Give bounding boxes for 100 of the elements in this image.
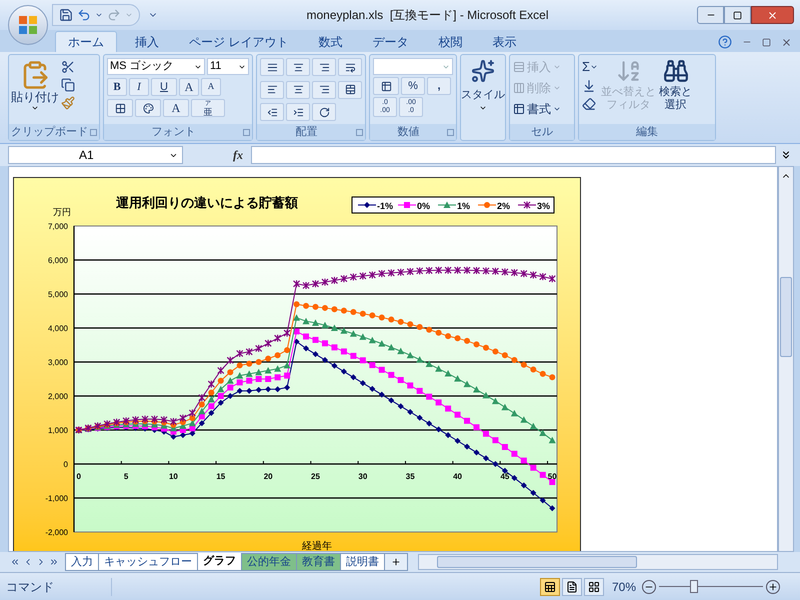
expand-icon[interactable] <box>780 149 792 161</box>
first-sheet-icon[interactable] <box>10 557 20 567</box>
styles-button[interactable]: スタイル <box>461 55 505 112</box>
sheet-tab[interactable]: 教育書 <box>296 553 341 571</box>
point <box>227 384 234 390</box>
point <box>407 382 414 388</box>
font-name-field[interactable]: MS ゴシック <box>107 58 205 75</box>
align-button[interactable] <box>338 58 362 76</box>
shrink-font-button[interactable]: A <box>201 78 221 96</box>
fill-color-button[interactable] <box>135 99 161 117</box>
point <box>141 415 149 424</box>
font-size-field[interactable]: 11 <box>207 58 249 75</box>
grow-font-button[interactable]: A <box>179 78 199 96</box>
ribbon-tab[interactable]: 数式 <box>306 31 354 52</box>
ribbon-tab[interactable]: 校閲 <box>426 31 474 52</box>
ribbon-tab[interactable]: 表示 <box>480 31 528 52</box>
align-button[interactable] <box>260 58 284 76</box>
sheet-tab[interactable]: 入力 <box>65 553 99 571</box>
rotate-icon <box>318 106 330 118</box>
point <box>398 377 404 384</box>
view-button[interactable] <box>584 578 604 596</box>
italic-button[interactable]: I <box>129 78 149 96</box>
ribbon-tab[interactable]: ホーム <box>55 31 117 52</box>
caret-icon[interactable] <box>95 11 103 19</box>
comma-button[interactable]: , <box>427 77 451 95</box>
scrollbar-thumb[interactable] <box>780 277 792 357</box>
sum-button[interactable]: Σ <box>582 59 598 75</box>
point <box>226 356 234 364</box>
tick-label: 0 <box>76 472 81 481</box>
point <box>511 450 518 457</box>
save-icon[interactable] <box>59 8 73 22</box>
align-button[interactable] <box>260 103 284 122</box>
align-button[interactable] <box>286 80 310 99</box>
maximize-button[interactable] <box>724 6 751 24</box>
point <box>198 420 205 426</box>
zoom-slider[interactable] <box>659 580 763 594</box>
underline-button[interactable]: U <box>151 78 177 96</box>
point <box>322 340 328 346</box>
formula-input[interactable] <box>251 146 776 164</box>
cells-button[interactable]: 書式 <box>513 100 561 118</box>
sheet-tab[interactable]: 公的年金 <box>241 553 297 571</box>
point <box>445 432 452 438</box>
columns-icon <box>513 82 525 94</box>
point <box>510 268 518 277</box>
currency-button[interactable] <box>373 77 399 95</box>
page-icon <box>566 580 578 592</box>
slider-thumb[interactable] <box>690 580 698 592</box>
percent-button[interactable]: % <box>401 77 425 95</box>
last-sheet-icon[interactable] <box>49 557 59 567</box>
paste-button[interactable]: 貼り付け <box>12 58 58 124</box>
scrollbar-thumb[interactable] <box>437 556 637 568</box>
name-box[interactable]: A1 <box>8 146 183 164</box>
point <box>397 268 404 276</box>
point <box>492 267 500 276</box>
close-icon[interactable] <box>781 36 792 48</box>
point <box>464 338 470 344</box>
point <box>274 374 281 380</box>
sheet-tab[interactable]: キャッシュフロー <box>98 553 198 571</box>
align-button[interactable] <box>312 103 336 122</box>
sheet-tab[interactable]: グラフ <box>197 553 242 571</box>
legend-marker-icon <box>398 202 416 208</box>
align-button[interactable] <box>260 80 284 99</box>
align-button[interactable] <box>312 80 336 99</box>
border-button[interactable] <box>107 99 133 117</box>
point <box>255 368 262 376</box>
zoom-out-icon[interactable] <box>642 580 656 594</box>
number-format-field[interactable] <box>373 58 453 75</box>
point <box>330 276 338 284</box>
align-button[interactable] <box>286 103 310 122</box>
align-button[interactable] <box>338 80 362 99</box>
ribbon-tab[interactable]: データ <box>360 31 420 52</box>
sheet-tab[interactable]: 説明書 <box>340 553 385 571</box>
ribbon-tab[interactable]: ページ レイアウト <box>177 31 300 52</box>
point <box>530 422 537 430</box>
fx-label[interactable]: fx <box>187 146 247 164</box>
restore-icon[interactable] <box>762 38 771 46</box>
align-button[interactable] <box>286 58 310 76</box>
point <box>406 267 414 276</box>
point <box>416 324 423 330</box>
indent-increase-icon <box>292 106 304 118</box>
align-button[interactable] <box>312 58 336 76</box>
point <box>426 394 432 400</box>
font-color-button[interactable]: A <box>163 99 189 117</box>
insert-sheet-button[interactable] <box>384 553 408 571</box>
ribbon-tab[interactable]: 挿入 <box>123 31 171 52</box>
point <box>416 414 423 421</box>
zoom-in-icon[interactable] <box>766 580 780 594</box>
undo-icon[interactable] <box>77 8 91 22</box>
lines-icon <box>292 62 304 72</box>
bold-button[interactable]: B <box>107 78 127 96</box>
point <box>208 380 215 388</box>
help-icon[interactable] <box>718 35 732 49</box>
view-button[interactable] <box>562 578 582 596</box>
point <box>217 366 224 375</box>
point <box>474 449 480 456</box>
view-button[interactable] <box>540 578 560 596</box>
close-button[interactable] <box>751 6 794 24</box>
office-button[interactable] <box>8 5 48 45</box>
point <box>445 406 452 412</box>
find-select-button[interactable]: 検索と 選択 <box>659 58 692 124</box>
